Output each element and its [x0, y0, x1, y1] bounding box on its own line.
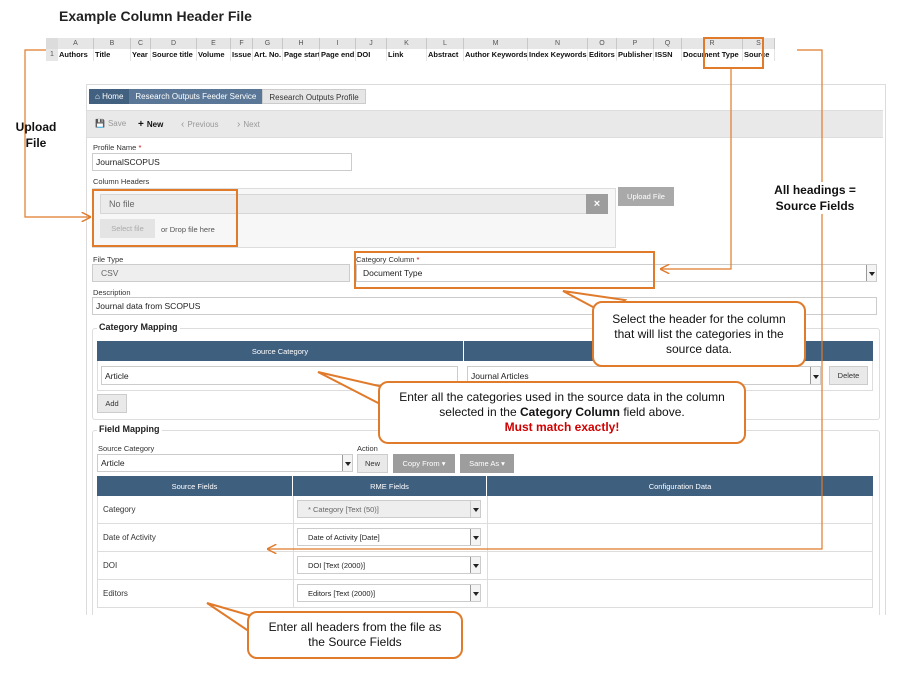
callout-select-header: Select the header for the column that wi… — [592, 301, 806, 367]
callout-enter-headers: Enter all headers from the file as the S… — [247, 611, 463, 659]
upload-file-annotation: Upload File — [15, 120, 57, 150]
callout-enter-categories: Enter all the categories used in the sou… — [378, 381, 746, 444]
all-headings-annotation: All headings = Source Fields — [760, 182, 870, 214]
